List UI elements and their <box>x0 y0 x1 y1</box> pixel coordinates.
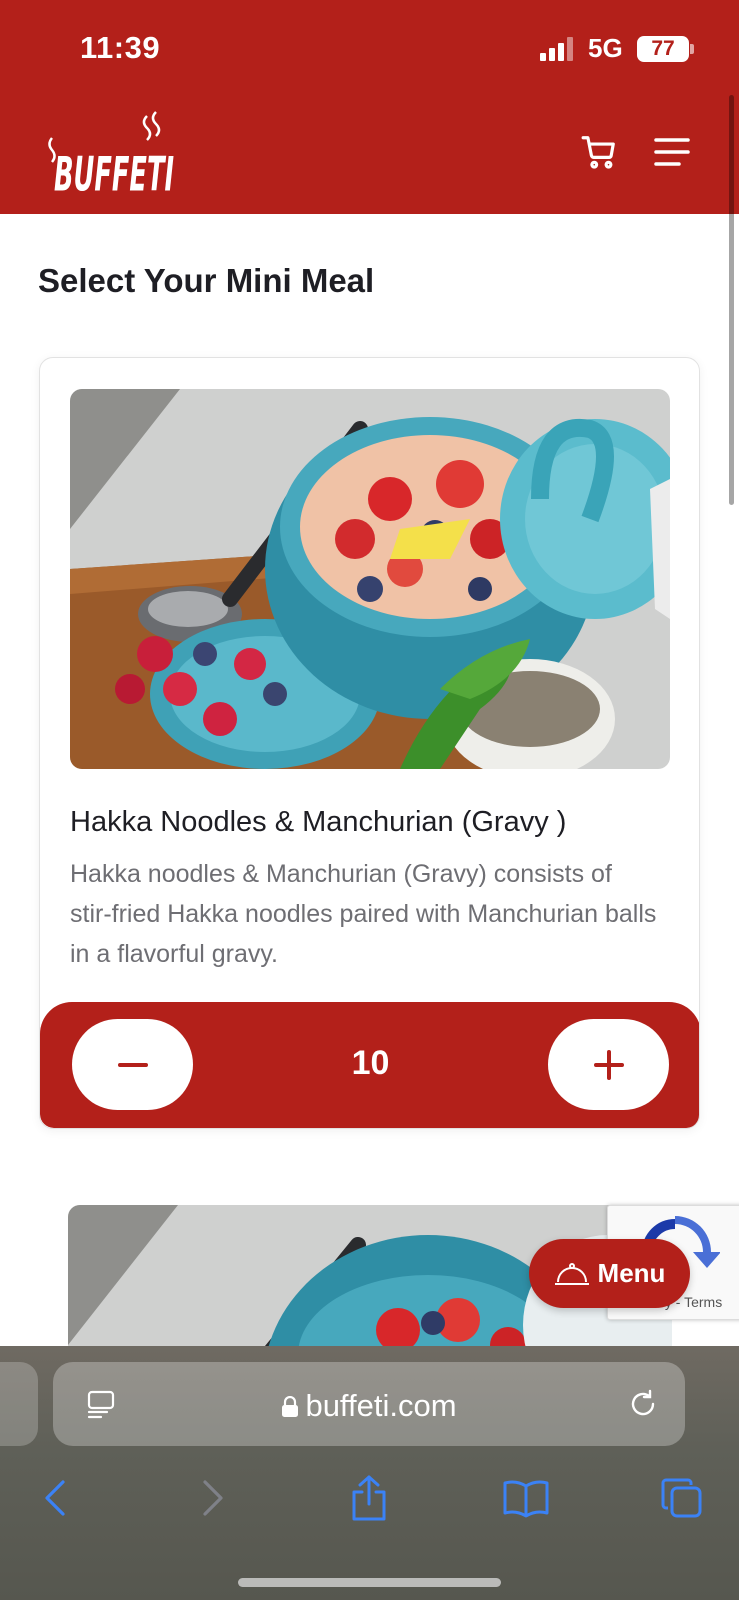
plus-icon <box>593 1049 624 1080</box>
cart-button[interactable] <box>575 128 623 176</box>
increase-quantity-button[interactable] <box>548 1019 669 1110</box>
meal-description: Hakka noodles & Manchurian (Gravy) consi… <box>70 860 657 968</box>
url-display: buffeti.com <box>53 1388 685 1424</box>
meal-title: Hakka Noodles & Manchurian (Gravy ) <box>70 806 567 838</box>
page-scrollbar[interactable] <box>729 95 734 505</box>
reload-icon[interactable] <box>627 1388 659 1420</box>
site-header: BUFFETI <box>0 90 739 214</box>
home-indicator[interactable] <box>238 1578 501 1587</box>
minus-icon <box>117 1062 148 1067</box>
share-icon <box>352 1475 386 1521</box>
chevron-left-icon <box>45 1480 65 1516</box>
battery-tip <box>690 44 694 54</box>
book-icon <box>503 1480 549 1518</box>
status-bar: 11:39 5G 77 <box>0 0 739 90</box>
decrease-quantity-button[interactable] <box>72 1019 193 1110</box>
page-title: Select Your Mini Meal <box>38 262 375 299</box>
forward-button[interactable] <box>183 1468 243 1528</box>
browser-toolbar: buffeti.com <box>0 1346 739 1600</box>
logo-text: BUFFETI <box>54 147 174 194</box>
floating-menu-label: Menu <box>597 1258 666 1288</box>
status-time: 11:39 <box>80 30 161 65</box>
cloche-icon <box>554 1262 589 1285</box>
cart-icon <box>581 136 615 169</box>
quantity-stepper: 10 <box>40 1002 699 1128</box>
bookmarks-button[interactable] <box>496 1468 556 1528</box>
share-button[interactable] <box>339 1468 399 1528</box>
tabs-icon <box>661 1478 702 1518</box>
hamburger-icon <box>654 138 690 166</box>
meal-image <box>70 389 670 769</box>
chevron-right-icon <box>203 1480 223 1516</box>
battery-icon: 77 <box>637 36 689 62</box>
meal-card: Hakka Noodles & Manchurian (Gravy ) Hakk… <box>39 357 700 1129</box>
buffeti-logo[interactable]: BUFFETI <box>44 108 184 194</box>
address-bar[interactable]: buffeti.com <box>53 1362 685 1446</box>
back-button[interactable] <box>25 1468 85 1528</box>
network-type: 5G <box>588 33 623 63</box>
quantity-value: 10 <box>351 1044 390 1082</box>
url-text: buffeti.com <box>305 1388 457 1423</box>
floating-menu-button[interactable]: Menu <box>529 1239 690 1308</box>
signal-icon <box>540 37 573 61</box>
previous-tab-peek[interactable] <box>0 1362 38 1446</box>
browser-nav-row <box>0 1468 739 1528</box>
lock-icon <box>282 1395 299 1417</box>
hamburger-menu-button[interactable] <box>648 128 696 176</box>
screen: 11:39 5G 77 BUFFETI Select Your Mini Mea… <box>0 0 739 1600</box>
tabs-button[interactable] <box>652 1468 712 1528</box>
